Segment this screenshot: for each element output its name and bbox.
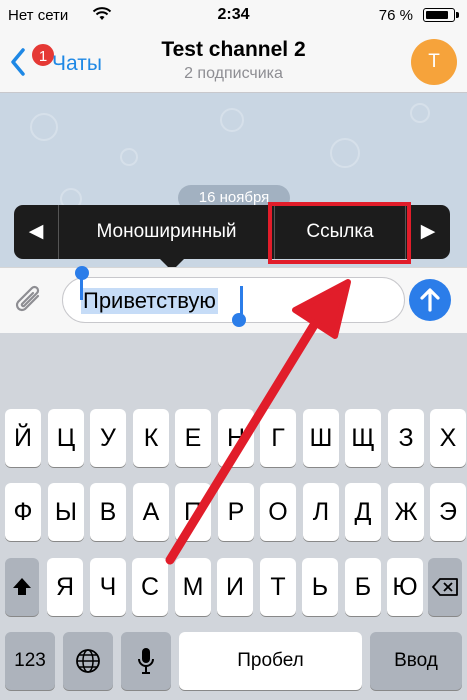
key[interactable]: Ю: [387, 558, 423, 616]
space-key[interactable]: Пробел: [179, 632, 362, 690]
key[interactable]: Ш: [303, 409, 339, 467]
key[interactable]: И: [217, 558, 253, 616]
key[interactable]: Б: [345, 558, 381, 616]
key[interactable]: К: [133, 409, 169, 467]
key[interactable]: Ф: [5, 483, 41, 541]
key[interactable]: Ч: [90, 558, 126, 616]
backspace-key[interactable]: [428, 558, 462, 616]
key[interactable]: П: [175, 483, 211, 541]
numbers-key[interactable]: 123: [5, 632, 55, 690]
message-text-selected: Приветствую: [81, 288, 218, 314]
key[interactable]: Х: [430, 409, 466, 467]
send-button[interactable]: [409, 279, 451, 321]
selection-end-handle[interactable]: [232, 313, 246, 327]
key[interactable]: Ц: [48, 409, 84, 467]
key[interactable]: О: [260, 483, 296, 541]
microphone-key[interactable]: [121, 632, 171, 690]
key[interactable]: Щ: [345, 409, 381, 467]
key[interactable]: Е: [175, 409, 211, 467]
key[interactable]: У: [90, 409, 126, 467]
selection-end-bar: [240, 286, 243, 314]
key[interactable]: Г: [260, 409, 296, 467]
battery-percent: 76 %: [378, 7, 413, 24]
channel-subtitle: 2 подписчика: [184, 65, 283, 82]
menu-prev-arrow[interactable]: ◀: [14, 205, 58, 259]
key[interactable]: М: [175, 558, 211, 616]
shift-icon: [13, 578, 31, 595]
key[interactable]: Ы: [48, 483, 84, 541]
microphone-icon: [138, 648, 154, 674]
channel-title[interactable]: Test channel 2: [0, 38, 467, 62]
key[interactable]: Э: [430, 483, 466, 541]
shift-key[interactable]: [5, 558, 39, 616]
key[interactable]: Ь: [302, 558, 338, 616]
annotation-highlight-box: [268, 202, 411, 264]
key[interactable]: В: [90, 483, 126, 541]
key[interactable]: С: [132, 558, 168, 616]
monospace-option[interactable]: Моноширинный: [59, 205, 274, 259]
key[interactable]: Р: [218, 483, 254, 541]
keyboard: 123 Пробел Ввод ЙЦУКЕНГШЩЗХ ФЫВАПРОЛДЖЭ ЯЧ…: [0, 333, 467, 700]
return-key[interactable]: Ввод: [370, 632, 462, 690]
key[interactable]: А: [133, 483, 169, 541]
key[interactable]: Л: [303, 483, 339, 541]
chat-header: 1 Чаты Test channel 2 2 подписчика T: [0, 30, 467, 93]
key[interactable]: Д: [345, 483, 381, 541]
battery-icon: [423, 8, 459, 22]
menu-next-arrow[interactable]: ▶: [406, 205, 450, 259]
key[interactable]: З: [388, 409, 424, 467]
channel-avatar[interactable]: T: [411, 39, 457, 85]
status-bar: Нет сети 2:34 76 %: [0, 0, 467, 30]
key[interactable]: Й: [5, 409, 41, 467]
key[interactable]: Т: [260, 558, 296, 616]
globe-icon: [76, 649, 100, 673]
key[interactable]: Ж: [388, 483, 424, 541]
arrow-up-icon: [420, 288, 440, 312]
key[interactable]: Н: [218, 409, 254, 467]
globe-key[interactable]: [63, 632, 113, 690]
selection-start-handle[interactable]: [75, 266, 89, 300]
attach-icon[interactable]: [12, 282, 46, 325]
backspace-icon: [432, 578, 458, 596]
key[interactable]: Я: [47, 558, 83, 616]
